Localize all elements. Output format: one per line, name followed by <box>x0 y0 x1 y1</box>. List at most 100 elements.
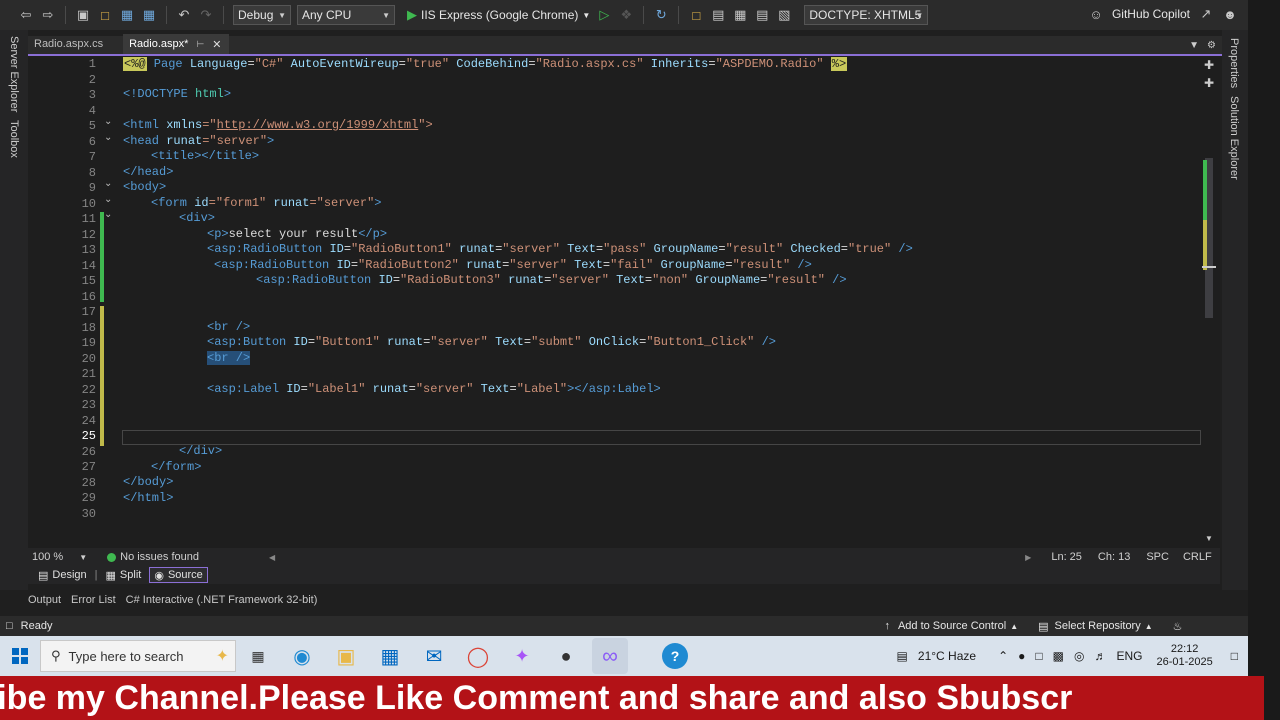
run-button[interactable]: ▶ IIS Express (Google Chrome) ▼ <box>407 7 590 23</box>
back-icon[interactable]: ⇦ <box>18 7 34 23</box>
server-explorer-tab[interactable]: Server Explorer <box>8 36 20 112</box>
redo-icon[interactable]: ↷ <box>198 7 214 23</box>
fold-toggle-icon[interactable]: ⌄ <box>104 209 112 220</box>
add-to-source-control[interactable]: Add to Source Control <box>898 620 1006 632</box>
select-repository[interactable]: Select Repository <box>1055 620 1141 632</box>
line-number: 8 <box>88 165 96 180</box>
tab-error-list[interactable]: Error List <box>71 594 116 606</box>
attach-icon[interactable]: ❖ <box>618 7 634 23</box>
properties-tab[interactable]: Properties <box>1228 38 1240 88</box>
edge-icon[interactable]: ◉ <box>284 638 320 674</box>
platform-dropdown[interactable]: Any CPU ▼ <box>297 5 395 25</box>
line-number: 1 <box>88 57 96 71</box>
start-without-debug-icon[interactable]: ▷ <box>596 7 612 23</box>
copilot-button[interactable]: GitHub Copilot <box>1112 7 1190 21</box>
design-view-button[interactable]: ▤ Design <box>34 567 91 583</box>
folder-icon[interactable]: □ <box>688 7 704 23</box>
code-token: xmlns <box>166 118 203 132</box>
issues-indicator[interactable]: No issues found <box>120 551 199 563</box>
scroll-left-icon[interactable]: ◀ <box>269 553 275 562</box>
fold-toggle-icon[interactable]: ⌄ <box>104 132 112 143</box>
line-indicator[interactable]: Ln: 25 <box>1051 551 1082 563</box>
microphone-icon[interactable]: ● <box>1018 649 1025 663</box>
column-indicator[interactable]: Ch: 13 <box>1098 551 1130 563</box>
chevron-up-icon[interactable]: ⌃ <box>998 649 1008 663</box>
format-icon[interactable]: ▧ <box>776 7 792 23</box>
line-number: 14 <box>81 258 96 273</box>
line-ending-indicator[interactable]: CRLF <box>1183 551 1212 563</box>
tab-output[interactable]: Output <box>28 594 61 606</box>
app-icon[interactable]: ● <box>548 638 584 674</box>
bell-icon[interactable]: ♨ <box>1173 620 1183 633</box>
configuration-dropdown[interactable]: Debug ▼ <box>233 5 291 25</box>
doctype-dropdown[interactable]: DOCTYPE: XHTML5 ▼ <box>804 5 929 25</box>
forward-icon[interactable]: ⇨ <box>40 7 56 23</box>
chevron-up-icon[interactable]: ▲ <box>1145 622 1153 631</box>
code-line-12: <p>select your result</p> <box>207 227 387 242</box>
share-icon[interactable]: ↗ <box>1198 6 1214 22</box>
notification-icon[interactable]: □ <box>1231 649 1238 663</box>
chevron-down-icon[interactable]: ▼ <box>79 553 87 562</box>
start-button[interactable] <box>0 636 40 676</box>
battery-icon[interactable]: ▩ <box>1053 649 1064 663</box>
help-icon[interactable]: ? <box>662 643 688 669</box>
tab-radio-aspx-cs[interactable]: Radio.aspx.cs <box>28 34 111 54</box>
refresh-icon[interactable]: ↻ <box>653 7 669 23</box>
tab-csharp-interactive[interactable]: C# Interactive (.NET Framework 32-bit) <box>126 594 318 606</box>
visual-studio-icon[interactable]: ∞ <box>592 638 628 674</box>
split-icon[interactable]: ✚ <box>1204 76 1214 90</box>
weather-text[interactable]: 21°C Haze <box>918 649 976 663</box>
vertical-scrollbar[interactable]: ✚ ✚ ▼ <box>1202 58 1216 548</box>
code-token: </body> <box>123 475 174 489</box>
code-token: Checked <box>790 242 841 256</box>
file-explorer-icon[interactable]: ▣ <box>328 638 364 674</box>
fold-toggle-icon[interactable]: ⌄ <box>104 178 112 189</box>
scroll-down-icon[interactable]: ▼ <box>1205 534 1213 543</box>
undo-icon[interactable]: ↶ <box>176 7 192 23</box>
change-marker <box>1203 160 1207 220</box>
comment-icon[interactable]: ▤ <box>754 7 770 23</box>
taskbar-search[interactable]: ⚲ Type here to search ✦ <box>40 640 236 672</box>
whitespace-indicator[interactable]: SPC <box>1146 551 1169 563</box>
close-icon[interactable]: ✕ <box>212 38 221 51</box>
pin-icon[interactable]: ⊢ <box>196 39 204 50</box>
scroll-right-icon[interactable]: ▶ <box>1025 553 1031 562</box>
chrome-icon[interactable]: ◯ <box>460 638 496 674</box>
code-token: "RadioButton1" <box>351 242 452 256</box>
network-icon[interactable]: ◎ <box>1074 649 1084 663</box>
source-view-button[interactable]: ◉ Source <box>149 567 208 583</box>
open-folder-icon[interactable]: □ <box>97 7 113 23</box>
document-tabs: Radio.aspx.cs Radio.aspx* ⊢ ✕ ▼ ⚙ <box>28 34 1222 56</box>
store-icon[interactable]: ▦ <box>372 638 408 674</box>
toolbox-tab[interactable]: Toolbox <box>8 120 20 158</box>
chevron-up-icon[interactable]: ▲ <box>1010 622 1018 631</box>
solution-explorer-tab[interactable]: Solution Explorer <box>1228 96 1240 180</box>
clock[interactable]: 22:12 26-01-2025 <box>1156 643 1212 669</box>
code-token: <!DOCTYPE <box>123 87 196 101</box>
code-link[interactable]: http://www.w3.org/1999/xhtml <box>217 118 419 132</box>
volume-icon[interactable]: ♬ <box>1094 649 1106 663</box>
new-project-icon[interactable]: ▣ <box>75 7 91 23</box>
fold-toggle-icon[interactable]: ⌄ <box>104 194 112 205</box>
split-view-button[interactable]: ▦ Split <box>102 567 146 583</box>
page-icon[interactable]: ▦ <box>732 7 748 23</box>
save-all-icon[interactable]: ▦ <box>141 7 157 23</box>
paint-icon[interactable]: ✦ <box>504 638 540 674</box>
code-token: id <box>194 196 209 210</box>
zoom-level[interactable]: 100 % <box>32 551 63 563</box>
tab-list-icon[interactable]: ▼ <box>1189 40 1199 51</box>
account-icon[interactable]: ☻ <box>1222 6 1238 22</box>
layout-icon[interactable]: ▤ <box>710 7 726 23</box>
display-icon[interactable]: □ <box>1035 649 1042 663</box>
tab-radio-aspx[interactable]: Radio.aspx* ⊢ ✕ <box>123 34 230 54</box>
save-icon[interactable]: ▦ <box>119 7 135 23</box>
language-indicator[interactable]: ENG <box>1116 649 1142 663</box>
code-editor[interactable]: 1 2 3 4 5 6 7 8 9 10 11 12 13 14 15 16 17 18 19 20 21 22 23 24 2… <box>28 57 1220 548</box>
fold-toggle-icon[interactable]: ⌄ <box>104 116 112 127</box>
code-token: > <box>223 87 232 101</box>
gear-icon[interactable]: ⚙ <box>1207 40 1216 51</box>
task-view-icon[interactable]: ▦ <box>240 638 276 674</box>
code-token: runat <box>166 134 203 148</box>
mail-icon[interactable]: ✉ <box>416 638 452 674</box>
add-icon[interactable]: ✚ <box>1204 58 1214 72</box>
